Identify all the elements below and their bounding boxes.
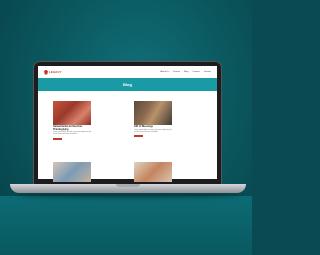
hero-banner: Blog xyxy=(38,78,217,91)
site-logo[interactable]: LEGACY xyxy=(44,69,62,75)
page-title: Blog xyxy=(123,82,132,87)
blog-card[interactable]: Humanitarian & Churches Thanksgiving Lor… xyxy=(53,101,91,141)
blog-card[interactable]: Gift of Blessings Lorem ipsum dolor sit … xyxy=(134,101,172,138)
nav-item-blog[interactable]: Blog xyxy=(184,71,188,73)
nav-item-contact[interactable]: Contact xyxy=(192,71,200,73)
laptop: LEGACY About Us Events Blog Contact Dona… xyxy=(0,0,252,255)
nav-item-events[interactable]: Events xyxy=(173,71,180,73)
blog-card-image xyxy=(53,101,91,125)
blog-card-title[interactable]: Gift of Blessings xyxy=(134,125,172,129)
logo-text: LEGACY xyxy=(49,69,62,74)
blog-card-image[interactable] xyxy=(134,162,172,182)
blog-card-excerpt: Lorem ipsum dolor sit amet consectetur a… xyxy=(53,132,91,136)
blog-card-image[interactable] xyxy=(53,162,91,182)
logo-icon xyxy=(44,69,48,75)
nav-item-donate[interactable]: Donate xyxy=(204,71,211,73)
blog-card-title[interactable]: Humanitarian & Churches Thanksgiving xyxy=(53,125,91,131)
laptop-notch xyxy=(116,184,140,187)
site-header: LEGACY About Us Events Blog Contact Dona… xyxy=(38,66,217,78)
read-more-button[interactable] xyxy=(134,134,143,138)
read-more-button[interactable] xyxy=(53,137,62,141)
blog-card-image xyxy=(134,101,172,125)
blog-card-excerpt: Lorem ipsum dolor sit amet consectetur a… xyxy=(134,129,172,133)
nav-item-about[interactable]: About Us xyxy=(160,71,169,73)
site-nav: About Us Events Blog Contact Donate xyxy=(160,71,211,73)
laptop-base xyxy=(10,184,246,193)
